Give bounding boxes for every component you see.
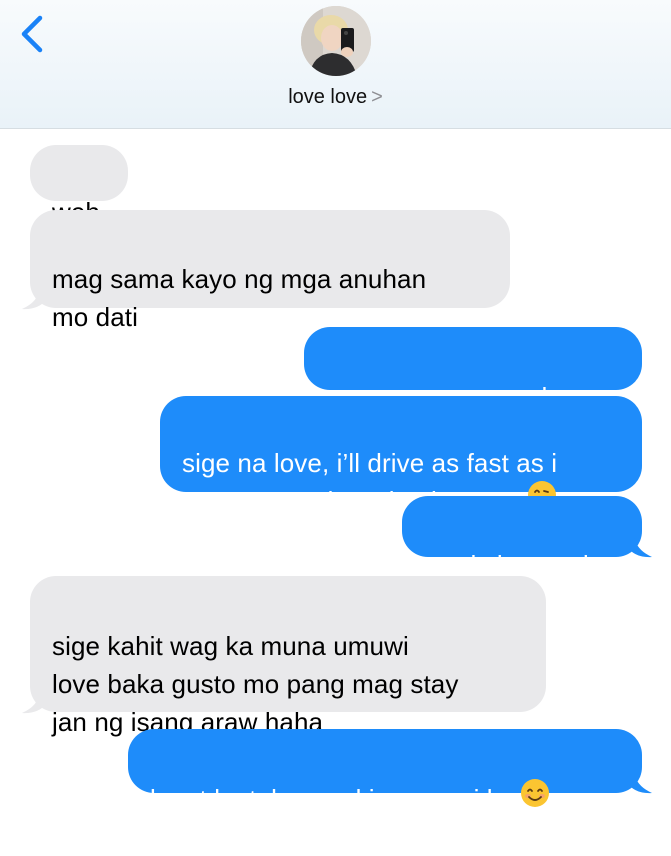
bubble-tail	[22, 692, 46, 714]
contact-avatar[interactable]	[301, 6, 371, 76]
outgoing-message-bubble[interactable]: ready ka na ah	[402, 496, 642, 580]
incoming-message-bubble[interactable]: sige kahit wag ka muna umuwi love baka g…	[30, 576, 546, 737]
contact-name-button[interactable]: love love >	[0, 86, 671, 109]
conversation-header: love love >	[0, 0, 671, 129]
outgoing-message-bubble[interactable]: lagot ka talaga sakin paguwi ko	[128, 729, 642, 814]
contact-name: love love	[288, 86, 368, 108]
incoming-message-bubble[interactable]: mag sama kayo ng mga anuhan mo dati	[30, 210, 510, 332]
message-text: sige kahit wag ka muna umuwi love baka g…	[52, 631, 459, 737]
chevron-left-icon	[21, 15, 43, 53]
smiling-face-emoji-icon	[520, 778, 550, 818]
avatar-photo	[301, 6, 371, 76]
incoming-message-bubble[interactable]: weh	[30, 145, 128, 227]
back-button[interactable]	[16, 14, 52, 54]
bubble-tail	[22, 288, 46, 310]
outgoing-message-bubble[interactable]: yan nanaman po shea	[304, 327, 642, 412]
outgoing-message-bubble[interactable]: sige na love, i’ll drive as fast as i ca…	[160, 396, 642, 516]
message-text: mag sama kayo ng mga anuhan mo dati	[52, 264, 427, 332]
bubble-tail	[628, 772, 652, 794]
bubble-tail	[628, 536, 652, 558]
message-text: lagot ka talaga sakin paguwi ko	[150, 778, 620, 818]
message-text-content: lagot ka talaga sakin paguwi ko	[150, 784, 515, 814]
chevron-right-icon: >	[371, 86, 383, 108]
